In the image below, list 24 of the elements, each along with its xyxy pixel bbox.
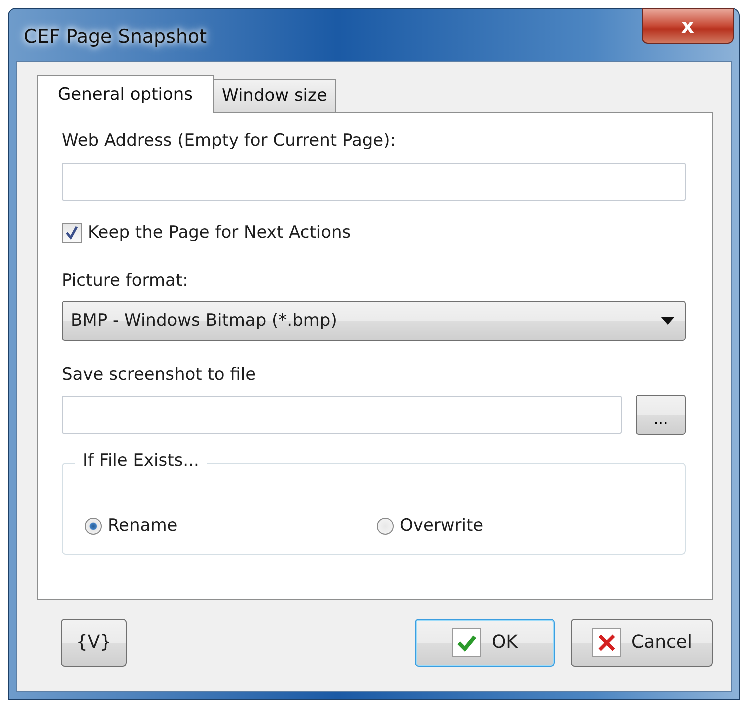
radio-button[interactable] bbox=[85, 518, 102, 534]
check-icon bbox=[65, 226, 79, 240]
radio-label: Overwrite bbox=[400, 516, 484, 536]
field-label: Web Address (Empty for Current Page): bbox=[62, 131, 397, 151]
window-title: CEF Page Snapshot bbox=[24, 26, 208, 48]
checkbox-label: Keep the Page for Next Actions bbox=[88, 223, 352, 243]
tab[interactable]: General options bbox=[37, 75, 214, 113]
cross-icon bbox=[592, 628, 622, 658]
picture-format-dropdown[interactable]: BMP - Windows Bitmap (*.bmp) bbox=[62, 301, 686, 341]
radio-label: Rename bbox=[108, 516, 178, 536]
close-button[interactable]: x bbox=[642, 8, 734, 44]
web-address-field[interactable] bbox=[62, 163, 686, 201]
cancel-button[interactable]: Cancel bbox=[571, 618, 713, 666]
checkbox[interactable] bbox=[62, 223, 82, 243]
radio-button[interactable] bbox=[377, 518, 394, 534]
field-label: Picture format: bbox=[62, 271, 190, 291]
field-label: Save screenshot to file bbox=[62, 365, 258, 385]
variables-button[interactable]: {V} bbox=[61, 618, 127, 666]
browse-button[interactable]: ... bbox=[636, 395, 686, 435]
tab[interactable]: Window size bbox=[213, 79, 336, 113]
ok-button[interactable]: OK bbox=[415, 618, 555, 666]
file-path-field[interactable] bbox=[62, 396, 622, 434]
check-icon bbox=[452, 628, 482, 658]
dropdown-arrow-icon bbox=[661, 317, 675, 325]
